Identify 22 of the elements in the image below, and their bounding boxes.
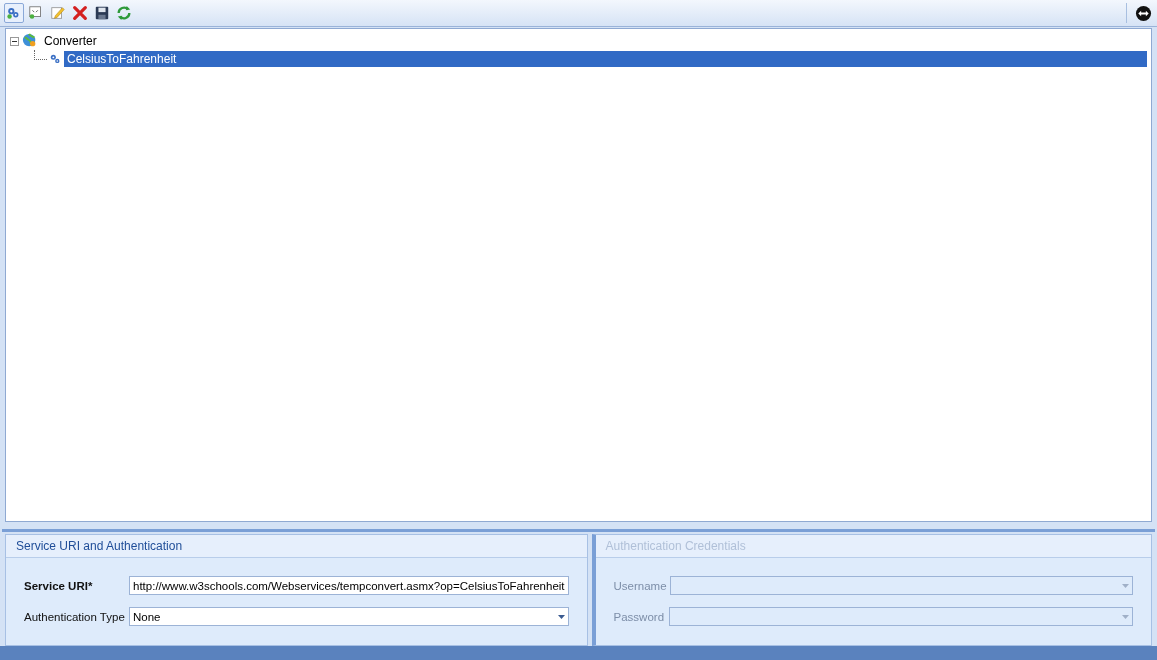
window-plus-icon — [28, 5, 44, 21]
toolbar-button[interactable] — [1133, 3, 1153, 23]
globe-icon — [22, 33, 38, 49]
caret-icon — [1122, 614, 1129, 619]
save-icon — [94, 5, 110, 21]
gears-icon — [49, 52, 62, 66]
delete-icon — [72, 5, 88, 21]
collapse-icon[interactable] — [10, 36, 19, 46]
caret-icon — [557, 614, 565, 619]
tree-item[interactable]: CelsiusToFahrenheit — [64, 51, 1147, 67]
dropdown-field[interactable]: None — [129, 607, 569, 626]
caret-icon — [1122, 583, 1129, 588]
input-field[interactable]: http://www.w3schools.com/Webservices/tempconvert.asmx?op=CelsiusToFahrenheit — [129, 576, 569, 595]
refresh-icon — [116, 5, 132, 21]
field-label: Password — [613, 610, 666, 623]
swap-icon — [1134, 4, 1152, 22]
field-label: Username — [613, 579, 668, 592]
field-label: Authentication Type — [24, 610, 126, 623]
tree-item[interactable]: Converter — [41, 33, 100, 49]
field-label: Service URI* — [24, 579, 94, 592]
panel-title: Service URI and Authentication — [6, 535, 587, 558]
pencil-icon — [50, 5, 66, 21]
